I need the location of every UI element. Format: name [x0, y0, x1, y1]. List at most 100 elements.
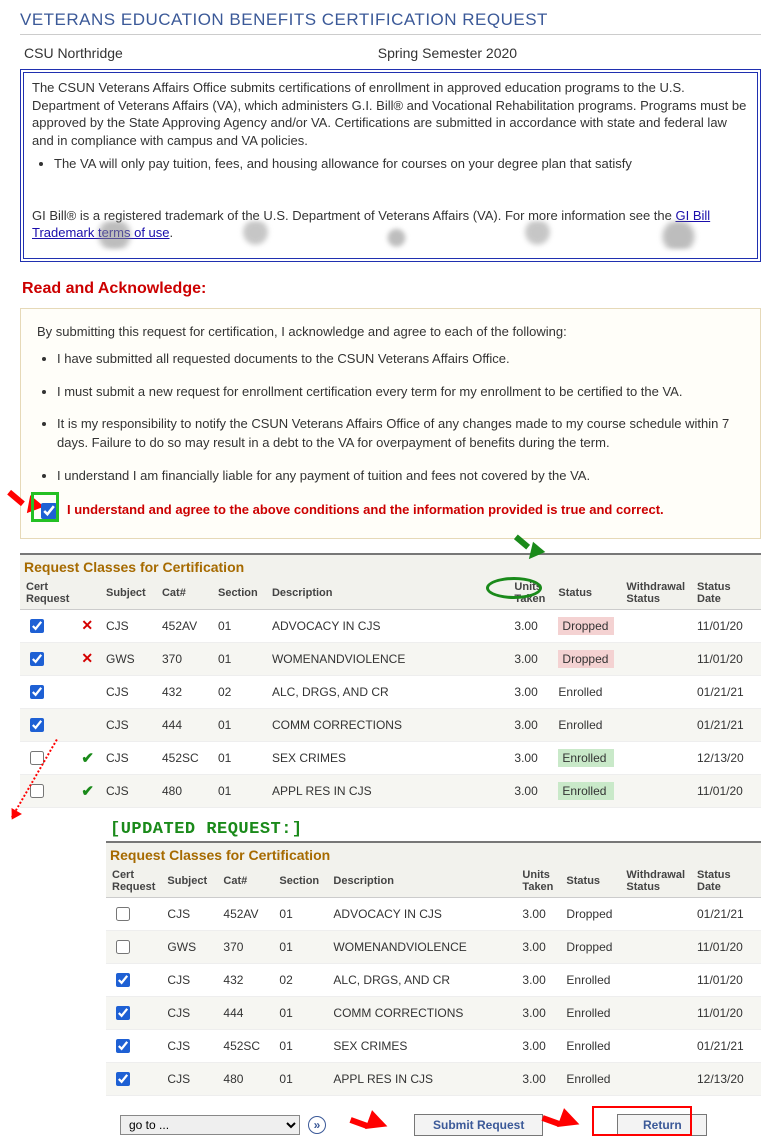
table-row: CJS44401COMM CORRECTIONS3.00Enrolled01/2…: [20, 708, 761, 741]
cell-units: 3.00: [516, 897, 560, 930]
th-cert: Cert Request: [20, 577, 75, 610]
cell-wstatus: [620, 774, 691, 807]
table-caption: Request Classes for Certification: [106, 841, 761, 865]
agree-text: I understand and agree to the above cond…: [67, 501, 664, 520]
cell-desc: APPL RES IN CJS: [266, 774, 508, 807]
cell-cat: 432: [156, 675, 212, 708]
cell-subject: CJS: [100, 741, 156, 774]
cell-desc: ADVOCACY IN CJS: [266, 609, 508, 642]
page-title: VETERANS EDUCATION BENEFITS CERTIFICATIO…: [20, 10, 761, 35]
cert-request-checkbox[interactable]: [30, 685, 44, 699]
cell-wstatus: [620, 930, 691, 963]
annotation-arrow-icon: [365, 1110, 391, 1136]
cell-section: 01: [212, 774, 266, 807]
info-box: The CSUN Veterans Affairs Office submits…: [20, 69, 761, 262]
cell-cat: 452SC: [217, 1029, 273, 1062]
cell-units: 3.00: [508, 642, 552, 675]
cell-desc: SEX CRIMES: [327, 1029, 516, 1062]
read-ack-heading: Read and Acknowledge:: [22, 280, 761, 298]
table-row: CJS43202ALC, DRGS, AND CR3.00Enrolled11/…: [106, 963, 761, 996]
updated-request-label: [UPDATED REQUEST:]: [110, 820, 761, 839]
th-cat: Cat#: [156, 577, 212, 610]
go-arrow-icon[interactable]: »: [308, 1116, 326, 1134]
cert-request-checkbox[interactable]: [116, 940, 130, 954]
cell-sdate: 11/01/20: [691, 642, 761, 675]
cell-status: Enrolled: [560, 996, 620, 1029]
cell-units: 3.00: [516, 1062, 560, 1095]
cell-subject: CJS: [161, 963, 217, 996]
cell-desc: WOMENANDVIOLENCE: [327, 930, 516, 963]
return-button[interactable]: Return: [617, 1114, 707, 1136]
cell-wstatus: [620, 708, 691, 741]
cert-request-checkbox[interactable]: [30, 784, 44, 798]
cell-sdate: 11/01/20: [691, 774, 761, 807]
table-row: ✔CJS452SC01SEX CRIMES3.00Enrolled12/13/2…: [20, 741, 761, 774]
cell-section: 02: [212, 675, 266, 708]
cert-request-checkbox[interactable]: [30, 619, 44, 633]
th-cert: Cert Request: [106, 865, 161, 898]
cell-cat: 452SC: [156, 741, 212, 774]
table-row: CJS44401COMM CORRECTIONS3.00Enrolled11/0…: [106, 996, 761, 1029]
cell-units: 3.00: [516, 930, 560, 963]
cert-request-checkbox[interactable]: [116, 1006, 130, 1020]
cell-wstatus: [620, 642, 691, 675]
cert-request-checkbox[interactable]: [30, 718, 44, 732]
cell-wstatus: [620, 741, 691, 774]
cell-section: 02: [273, 963, 327, 996]
cell-cat: 452AV: [156, 609, 212, 642]
submit-request-button[interactable]: Submit Request: [414, 1114, 543, 1136]
cert-request-checkbox[interactable]: [116, 1039, 130, 1053]
cell-wstatus: [620, 675, 691, 708]
cell-desc: SEX CRIMES: [266, 741, 508, 774]
cert-table-1: Cert Request Subject Cat# Section Descri…: [20, 577, 761, 808]
cell-subject: CJS: [100, 675, 156, 708]
cell-subject: CJS: [161, 1029, 217, 1062]
cell-units: 3.00: [516, 996, 560, 1029]
cell-cat: 452AV: [217, 897, 273, 930]
table-row: ✕GWS37001WOMENANDVIOLENCE3.00Dropped11/0…: [20, 642, 761, 675]
acknowledge-box: By submitting this request for certifica…: [20, 308, 761, 539]
cell-desc: ALC, DRGS, AND CR: [266, 675, 508, 708]
cell-subject: CJS: [100, 774, 156, 807]
cell-section: 01: [273, 930, 327, 963]
cell-cat: 480: [217, 1062, 273, 1095]
annotation-arrow-icon: [557, 1108, 583, 1134]
th-section: Section: [273, 865, 327, 898]
cell-subject: CJS: [100, 708, 156, 741]
ack-item: I understand I am financially liable for…: [57, 467, 744, 486]
cell-cat: 444: [156, 708, 212, 741]
table-row: CJS452AV01ADVOCACY IN CJS3.00Dropped01/2…: [106, 897, 761, 930]
cell-cat: 480: [156, 774, 212, 807]
cell-status: Dropped: [560, 897, 620, 930]
th-cat: Cat#: [217, 865, 273, 898]
cell-section: 01: [273, 1062, 327, 1095]
ack-item: It is my responsibility to notify the CS…: [57, 415, 744, 453]
cell-sdate: 11/01/20: [691, 963, 761, 996]
table-caption: Request Classes for Certification: [20, 553, 761, 577]
cell-units: 3.00: [508, 609, 552, 642]
cell-units: 3.00: [508, 741, 552, 774]
cert-request-checkbox[interactable]: [116, 1072, 130, 1086]
x-mark-icon: ✕: [81, 650, 93, 666]
status-cell: Enrolled: [558, 782, 614, 800]
cell-subject: CJS: [100, 609, 156, 642]
cert-request-checkbox[interactable]: [116, 973, 130, 987]
cell-desc: WOMENANDVIOLENCE: [266, 642, 508, 675]
cert-table-1-wrap: Request Classes for Certification Cert R…: [20, 553, 761, 808]
cert-request-checkbox[interactable]: [116, 907, 130, 921]
goto-select[interactable]: go to ...: [120, 1115, 300, 1135]
term-name: Spring Semester 2020: [378, 45, 761, 61]
th-desc: Description: [327, 865, 516, 898]
agree-checkbox[interactable]: [41, 503, 57, 519]
cell-sdate: 11/01/20: [691, 609, 761, 642]
th-sdate: Status Date: [691, 577, 761, 610]
cell-cat: 444: [217, 996, 273, 1029]
cell-desc: APPL RES IN CJS: [327, 1062, 516, 1095]
th-subject: Subject: [161, 865, 217, 898]
cell-section: 01: [212, 609, 266, 642]
cell-subject: GWS: [161, 930, 217, 963]
cell-units: 3.00: [516, 963, 560, 996]
info-paragraph-1: The CSUN Veterans Affairs Office submits…: [32, 79, 749, 149]
cert-request-checkbox[interactable]: [30, 652, 44, 666]
cell-cat: 370: [217, 930, 273, 963]
